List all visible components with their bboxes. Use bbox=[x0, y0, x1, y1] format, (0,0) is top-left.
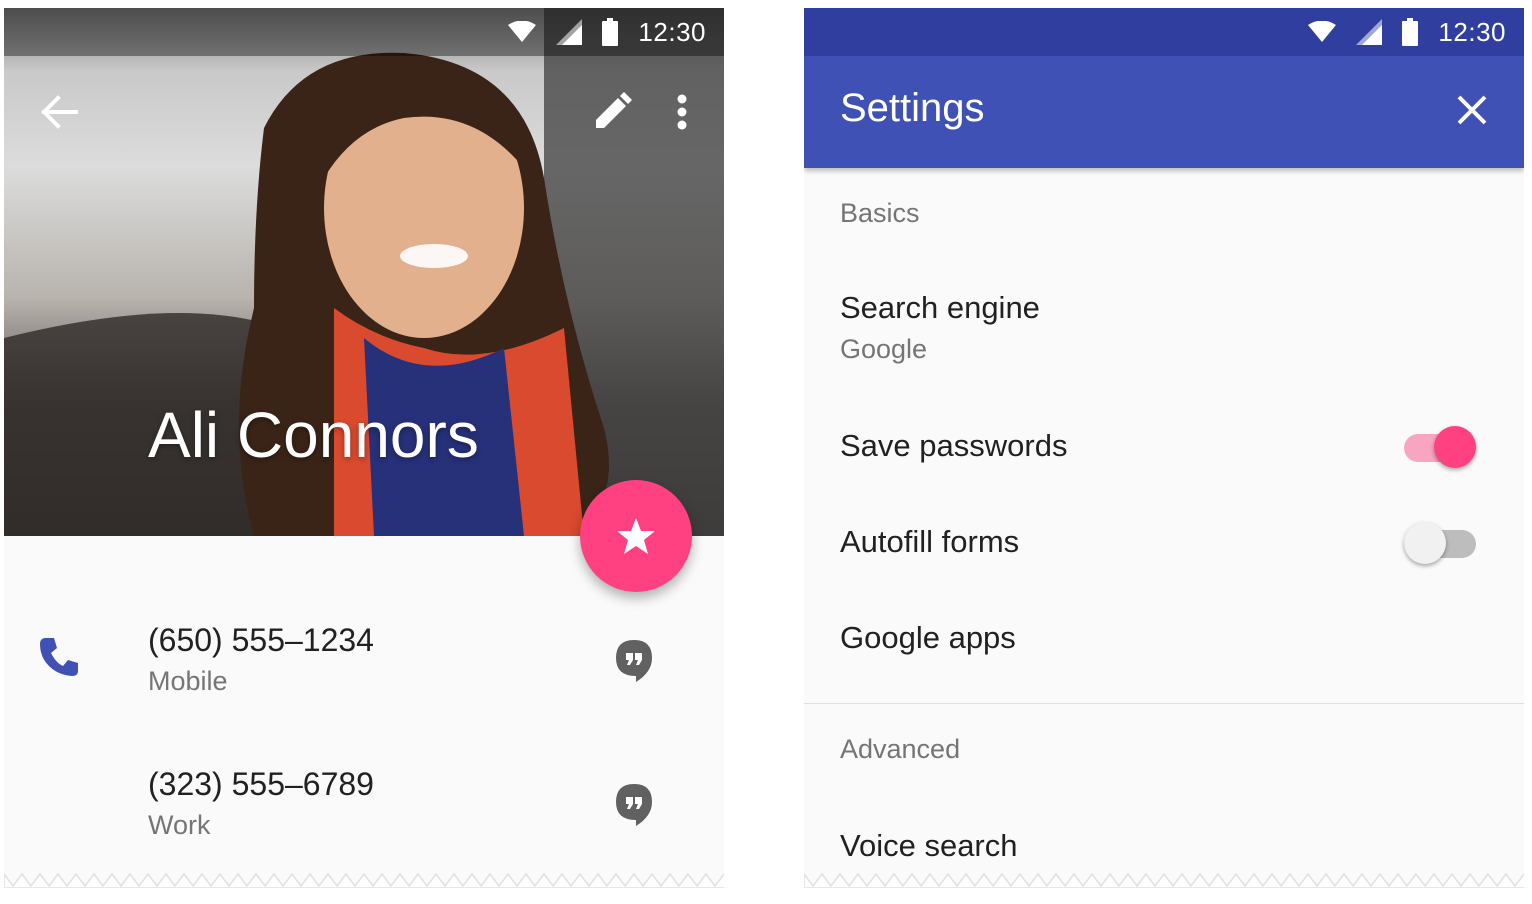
hangouts-button[interactable] bbox=[614, 638, 654, 689]
battery-icon bbox=[1402, 18, 1419, 46]
status-bar: 12:30 bbox=[4, 8, 724, 56]
contact-actions bbox=[592, 92, 688, 137]
back-button[interactable] bbox=[40, 94, 80, 135]
back-arrow-icon bbox=[41, 95, 78, 129]
setting-label: Search engine bbox=[840, 290, 1040, 325]
star-icon bbox=[617, 518, 655, 554]
setting-google-apps[interactable]: Google apps bbox=[840, 620, 1016, 656]
more-options-button[interactable] bbox=[676, 94, 688, 135]
phone-type: Mobile bbox=[148, 666, 228, 696]
wifi-icon bbox=[508, 21, 537, 42]
wifi-icon bbox=[1308, 21, 1337, 42]
setting-voice-search[interactable]: Voice search bbox=[840, 828, 1018, 864]
phone-row[interactable]: (650) 555–1234 Mobile bbox=[4, 608, 724, 728]
hangouts-icon bbox=[616, 784, 652, 826]
more-vert-icon bbox=[677, 94, 687, 130]
signal-icon bbox=[1356, 19, 1383, 45]
settings-toolbar: Settings bbox=[804, 56, 1524, 168]
phone-number: (323) 555–6789 bbox=[148, 766, 374, 802]
settings-screen: 12:30 Settings Basics Search engine Goog… bbox=[804, 8, 1524, 888]
status-time: 12:30 bbox=[1438, 16, 1506, 47]
hangouts-button[interactable] bbox=[614, 782, 654, 833]
section-header-advanced: Advanced bbox=[840, 734, 961, 764]
torn-edge bbox=[4, 872, 724, 888]
hangouts-icon bbox=[616, 640, 652, 682]
favorite-fab[interactable] bbox=[580, 480, 692, 592]
edit-button[interactable] bbox=[592, 92, 632, 137]
save-passwords-toggle[interactable] bbox=[1404, 424, 1476, 472]
battery-icon bbox=[602, 18, 619, 46]
phone-type: Work bbox=[148, 810, 211, 840]
page-title: Settings bbox=[840, 86, 985, 130]
setting-label: Save passwords bbox=[840, 428, 1068, 463]
contact-name: Ali Connors bbox=[148, 399, 479, 471]
status-time: 12:30 bbox=[638, 16, 706, 47]
edit-icon bbox=[596, 92, 632, 128]
close-icon bbox=[1457, 95, 1487, 125]
phone-icon bbox=[40, 638, 78, 676]
setting-label: Autofill forms bbox=[840, 524, 1020, 559]
close-button[interactable] bbox=[1456, 94, 1488, 131]
phone-number: (650) 555–1234 bbox=[148, 622, 374, 658]
section-header-basics: Basics bbox=[840, 198, 920, 228]
phone-row[interactable]: (323) 555–6789 Work bbox=[4, 752, 724, 872]
section-divider bbox=[804, 703, 1524, 704]
torn-edge bbox=[804, 872, 1524, 888]
signal-icon bbox=[556, 19, 583, 45]
toggle-thumb bbox=[1434, 426, 1476, 468]
setting-value: Google bbox=[840, 334, 928, 364]
autofill-forms-toggle[interactable] bbox=[1404, 520, 1476, 568]
status-bar: 12:30 bbox=[804, 8, 1524, 56]
contact-screen: 12:30 Ali Connors (650) 555–1234 Mobile … bbox=[4, 8, 724, 888]
toggle-thumb bbox=[1404, 522, 1446, 564]
